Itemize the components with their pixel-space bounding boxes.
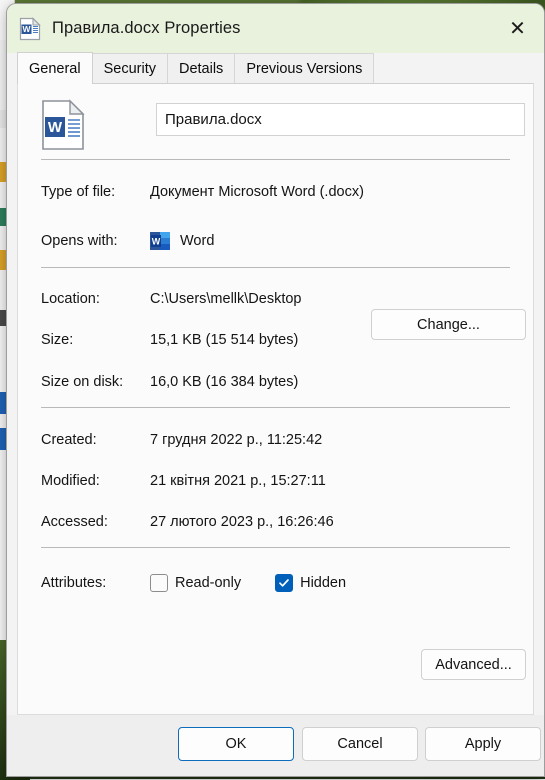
accessed-label: Accessed:	[41, 514, 150, 530]
change-button-label: Change...	[417, 317, 480, 333]
row-modified: Modified: 21 квітня 2021 р., 15:27:11	[41, 473, 510, 489]
location-label: Location:	[41, 291, 150, 307]
modified-value: 21 квітня 2021 р., 15:27:11	[150, 473, 326, 489]
attributes-label: Attributes:	[41, 575, 150, 591]
apply-button[interactable]: Apply	[425, 727, 541, 761]
tab-general[interactable]: General	[17, 52, 93, 84]
tab-security[interactable]: Security	[92, 53, 168, 84]
tab-label: Security	[104, 61, 156, 77]
filename-value: Правила.docx	[165, 111, 262, 128]
divider-2	[41, 267, 510, 268]
size-on-disk-value: 16,0 KB (16 384 bytes)	[150, 374, 298, 390]
apply-button-label: Apply	[465, 736, 501, 752]
window-title: Правила.docx Properties	[52, 19, 241, 38]
row-location: Location: C:\Users\mellk\Desktop	[41, 291, 510, 307]
word-app-icon: W	[150, 231, 170, 251]
close-icon: ✕	[509, 19, 526, 39]
word-document-icon: W	[41, 99, 85, 151]
advanced-button[interactable]: Advanced...	[421, 649, 526, 680]
svg-text:W: W	[23, 24, 31, 34]
cancel-button[interactable]: Cancel	[302, 727, 418, 761]
row-type-of-file: Type of file: Документ Microsoft Word (.…	[41, 184, 510, 200]
divider-4	[41, 547, 510, 548]
readonly-label: Read-only	[175, 575, 241, 591]
hidden-checkbox[interactable]: Hidden	[275, 574, 346, 592]
tab-label: General	[29, 61, 81, 77]
size-on-disk-label: Size on disk:	[41, 374, 150, 390]
modified-label: Modified:	[41, 473, 150, 489]
hidden-checkbox-box[interactable]	[275, 574, 293, 592]
file-properties-dialog: W Правила.docx Properties ✕ General Secu…	[7, 4, 544, 776]
row-size: Size: 15,1 KB (15 514 bytes)	[41, 332, 510, 348]
advanced-button-label: Advanced...	[435, 657, 512, 673]
readonly-checkbox[interactable]: Read-only	[150, 574, 241, 592]
created-value: 7 грудня 2022 р., 11:25:42	[150, 432, 322, 448]
ok-button[interactable]: OK	[178, 727, 294, 761]
type-of-file-label: Type of file:	[41, 184, 150, 200]
created-label: Created:	[41, 432, 150, 448]
general-tab-panel: W Правила.docx Type of file: Документ Mi…	[17, 83, 534, 715]
hidden-label: Hidden	[300, 575, 346, 591]
filename-input[interactable]: Правила.docx	[156, 103, 525, 136]
divider-3	[41, 407, 510, 408]
svg-text:W: W	[48, 119, 63, 136]
readonly-checkbox-box[interactable]	[150, 574, 168, 592]
opens-with-label: Opens with:	[41, 233, 150, 249]
tab-strip: General Security Details Previous Versio…	[7, 53, 544, 84]
title-bar: W Правила.docx Properties ✕	[7, 4, 544, 53]
cancel-button-label: Cancel	[337, 736, 382, 752]
word-document-icon: W	[19, 17, 41, 41]
divider-1	[41, 159, 510, 160]
location-value: C:\Users\mellk\Desktop	[150, 291, 301, 307]
type-of-file-value: Документ Microsoft Word (.docx)	[150, 184, 364, 200]
ok-button-label: OK	[226, 736, 247, 752]
row-size-on-disk: Size on disk: 16,0 KB (16 384 bytes)	[41, 374, 510, 390]
svg-text:W: W	[152, 237, 161, 247]
row-opens-with: Opens with: W Word	[41, 231, 510, 251]
accessed-value: 27 лютого 2023 р., 16:26:46	[150, 514, 334, 530]
size-label: Size:	[41, 332, 150, 348]
row-accessed: Accessed: 27 лютого 2023 р., 16:26:46	[41, 514, 510, 530]
tab-previous-versions[interactable]: Previous Versions	[234, 53, 374, 84]
tab-label: Details	[179, 61, 223, 77]
opens-with-value: Word	[180, 233, 214, 249]
size-value: 15,1 KB (15 514 bytes)	[150, 332, 298, 348]
check-icon	[278, 577, 290, 589]
tab-details[interactable]: Details	[167, 53, 235, 84]
row-created: Created: 7 грудня 2022 р., 11:25:42	[41, 432, 510, 448]
dialog-footer: OK Cancel Apply	[7, 715, 544, 776]
close-button[interactable]: ✕	[491, 4, 544, 53]
tab-label: Previous Versions	[246, 61, 362, 77]
row-attributes: Attributes: Read-only Hidden	[41, 574, 510, 592]
